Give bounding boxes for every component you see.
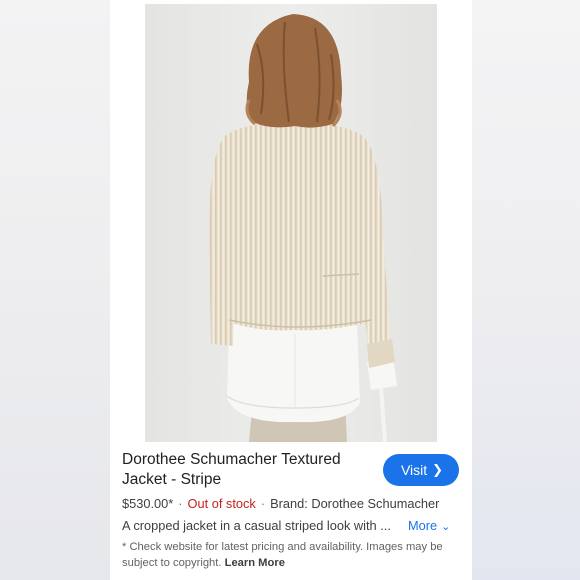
brand: Brand: Dorothee Schumacher [270,496,440,511]
background-right [470,0,580,580]
jacket-photo-illustration [145,4,437,442]
product-card[interactable]: Dorothee Schumacher Textured Jacket - St… [110,0,472,580]
more-label: More [408,518,438,533]
chevron-right-icon: ❯ [432,462,444,477]
product-title[interactable]: Dorothee Schumacher Textured Jacket - St… [122,450,362,490]
product-description: A cropped jacket in a casual striped loo… [122,518,391,533]
chevron-down-icon: ⌄ [441,521,451,533]
visit-button[interactable]: Visit ❯ [383,454,459,486]
background-left [0,0,110,580]
separator-dot: · [260,496,266,511]
stock-status: Out of stock [187,496,256,511]
separator-dot: · [178,496,183,511]
product-description-row: A cropped jacket in a casual striped loo… [122,518,467,533]
disclaimer: * Check website for latest pricing and a… [122,539,460,571]
visit-label: Visit [400,462,428,478]
more-button[interactable]: More ⌄ [408,518,450,533]
learn-more-link[interactable]: Learn More [225,557,285,569]
product-meta: $530.00* · Out of stock · Brand: Dorothee Sc… [122,496,467,511]
product-image[interactable] [145,4,437,442]
price: $530.00* [122,496,174,511]
